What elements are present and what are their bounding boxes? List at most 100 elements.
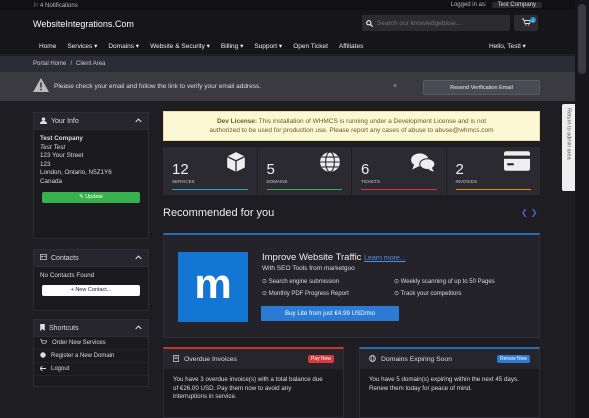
dev-license-notice: Dev License: This installation of WHMCS … (163, 111, 540, 141)
header: WebsiteIntegrations.Com 0 (0, 10, 575, 38)
contacts-body: No Contacts Found + New Contact... (34, 267, 148, 301)
marketgoo-promo: m Improve Website Traffic Learn more... … (163, 233, 540, 338)
shortcut-logout[interactable]: Logout (34, 363, 148, 376)
cube-icon (225, 151, 247, 175)
contacts-panel: Contacts No Contacts Found + New Contact… (33, 249, 149, 311)
stat-invoices[interactable]: 2 INVOICES (447, 147, 541, 195)
breadcrumb: Portal Home / Client Area (0, 56, 575, 72)
info-address1: 123 Your Street (40, 152, 84, 159)
bookmark-icon (40, 323, 45, 333)
your-info-title: Your Info (51, 117, 79, 125)
promo-title: Improve Website Traffic Learn more... (262, 252, 406, 263)
nav-services[interactable]: Services ▾ (67, 42, 97, 50)
info-city: London, Ontario, N5Z1Y6 (40, 169, 112, 176)
chevron-up-icon[interactable] (135, 254, 142, 262)
domains-expiring-card: Domains Expiring Soon Renew Now You have… (359, 347, 540, 418)
promo-title-text: Improve Website Traffic (262, 252, 362, 263)
nav-support[interactable]: Support ▾ (254, 42, 282, 50)
promo-feature: ⊙ Weekly scanning of up to 50 Pages (394, 279, 495, 285)
stat-label: DOMAINS (266, 179, 288, 184)
learn-more-link[interactable]: Learn more... (364, 255, 406, 262)
chevron-up-icon[interactable] (135, 117, 142, 125)
return-to-admin-label: Return to admin area (565, 108, 572, 160)
no-contacts-text: No Contacts Found (40, 272, 95, 279)
globe-icon (319, 151, 341, 175)
chat-bubbles-icon (410, 151, 436, 175)
info-company: Test Company (40, 135, 83, 142)
alert-close-icon[interactable]: × (393, 83, 397, 90)
dev-license-line1: Dev License: This installation of WHMCS … (164, 117, 539, 126)
invoice-icon (173, 354, 179, 364)
scrollbar[interactable] (575, 0, 589, 418)
shortcuts-title: Shortcuts (49, 324, 79, 332)
cart-button[interactable]: 0 (514, 15, 538, 31)
overdue-invoices-body: You have 3 overdue invoice(s) with a tot… (164, 369, 343, 409)
recommended-title: Recommended for you (163, 207, 275, 219)
stat-label: SERVICES (172, 179, 195, 184)
search-box (362, 15, 510, 31)
stat-services[interactable]: 12 SERVICES (163, 147, 258, 195)
cart-icon (40, 339, 48, 347)
your-info-body: Test Company Test Test 123 Your Street 1… (34, 130, 148, 208)
verify-email-alert: Please check your email and follow the l… (0, 72, 575, 101)
overdue-invoices-title: Overdue Invoices (184, 355, 237, 363)
nav-billing[interactable]: Billing ▾ (221, 42, 243, 50)
your-info-panel: Your Info Test Company Test Test 123 You… (33, 112, 149, 239)
notifications-link[interactable]: ⚐ 4 Notifications (33, 2, 78, 9)
nav-domains[interactable]: Domains ▾ (108, 42, 139, 50)
contacts-icon (40, 254, 47, 262)
contacts-title: Contacts (51, 254, 79, 262)
user-menu[interactable]: Hello, Testl ▾ (489, 42, 526, 50)
search-input[interactable] (377, 19, 497, 27)
overdue-text: You have 3 overdue invoice(s) with a tot… (173, 376, 323, 383)
user-icon (40, 116, 47, 126)
nav-website-security[interactable]: Website & Security ▾ (150, 42, 210, 50)
new-contact-button[interactable]: + New Contact... (42, 284, 140, 296)
credit-card-icon (504, 151, 530, 173)
overdue-invoices-card: Overdue Invoices Pay Now You have 3 over… (163, 347, 344, 418)
breadcrumb-current: Client Area (76, 61, 106, 67)
dev-license-text2: authorized to be used for production use… (209, 127, 494, 134)
stat-tickets[interactable]: 6 TICKETS (352, 147, 447, 195)
promo-feature: ⊙ Track your competitors (394, 291, 462, 297)
login-info: Logged in as: Test Company (451, 2, 542, 8)
stat-label: TICKETS (361, 179, 381, 184)
shortcuts-panel: Shortcuts Order New Services Register a … (33, 319, 149, 387)
renew-now-button[interactable]: Renew Now (497, 355, 530, 363)
contacts-header[interactable]: Contacts (34, 250, 148, 267)
company-switch[interactable]: Test Company (491, 2, 542, 8)
nav-affiliates[interactable]: Affiliates (339, 43, 363, 50)
overdue-text: of €26.00 USD. Pay them now to avoid any (173, 384, 292, 392)
dev-license-label: Dev License: (216, 118, 258, 125)
nav-open-ticket[interactable]: Open Ticket (293, 43, 328, 50)
stat-label: INVOICES (455, 179, 478, 184)
domains-expiring-title: Domains Expiring Soon (381, 355, 453, 363)
info-country: Canada (40, 177, 63, 185)
domains-expiring-body: You have 5 domain(s) expiring within the… (360, 369, 539, 400)
return-to-admin-tab[interactable]: Return to admin area (562, 104, 575, 191)
your-info-header[interactable]: Your Info (34, 113, 148, 130)
search-icon[interactable] (362, 15, 377, 31)
stat-accent-bar (172, 188, 248, 190)
shortcut-label: Logout (51, 366, 70, 372)
chevron-up-icon[interactable] (135, 324, 142, 332)
scrollbar-thumb[interactable] (578, 4, 586, 74)
overdue-invoices-header: Overdue Invoices Pay Now (164, 349, 343, 369)
update-button[interactable]: ✎ Update (42, 192, 140, 203)
shortcuts-header[interactable]: Shortcuts (34, 320, 148, 337)
breadcrumb-home[interactable]: Portal Home (33, 61, 66, 67)
buy-lite-button[interactable]: Buy Lite from just €4.99 USD/mo (261, 306, 399, 321)
resend-verification-button[interactable]: Resend Verification Email (423, 80, 540, 95)
domains-expiring-header: Domains Expiring Soon Renew Now (360, 349, 539, 369)
shortcut-order-services[interactable]: Order New Services (34, 337, 148, 350)
stat-domains[interactable]: 5 DOMAINS (258, 147, 352, 195)
globe-icon (369, 354, 376, 364)
warning-icon (33, 78, 49, 95)
site-logo[interactable]: WebsiteIntegrations.Com (33, 19, 134, 29)
carousel-arrows[interactable]: ❮❯ (521, 208, 540, 217)
nav-home[interactable]: Home (39, 43, 56, 50)
shortcut-register-domain[interactable]: Register a New Domain (34, 350, 148, 363)
promo-feature: ⊙ Monthly PDF Progress Report (262, 291, 349, 297)
breadcrumb-separator: / (70, 61, 73, 67)
pay-now-button[interactable]: Pay Now (307, 355, 334, 363)
